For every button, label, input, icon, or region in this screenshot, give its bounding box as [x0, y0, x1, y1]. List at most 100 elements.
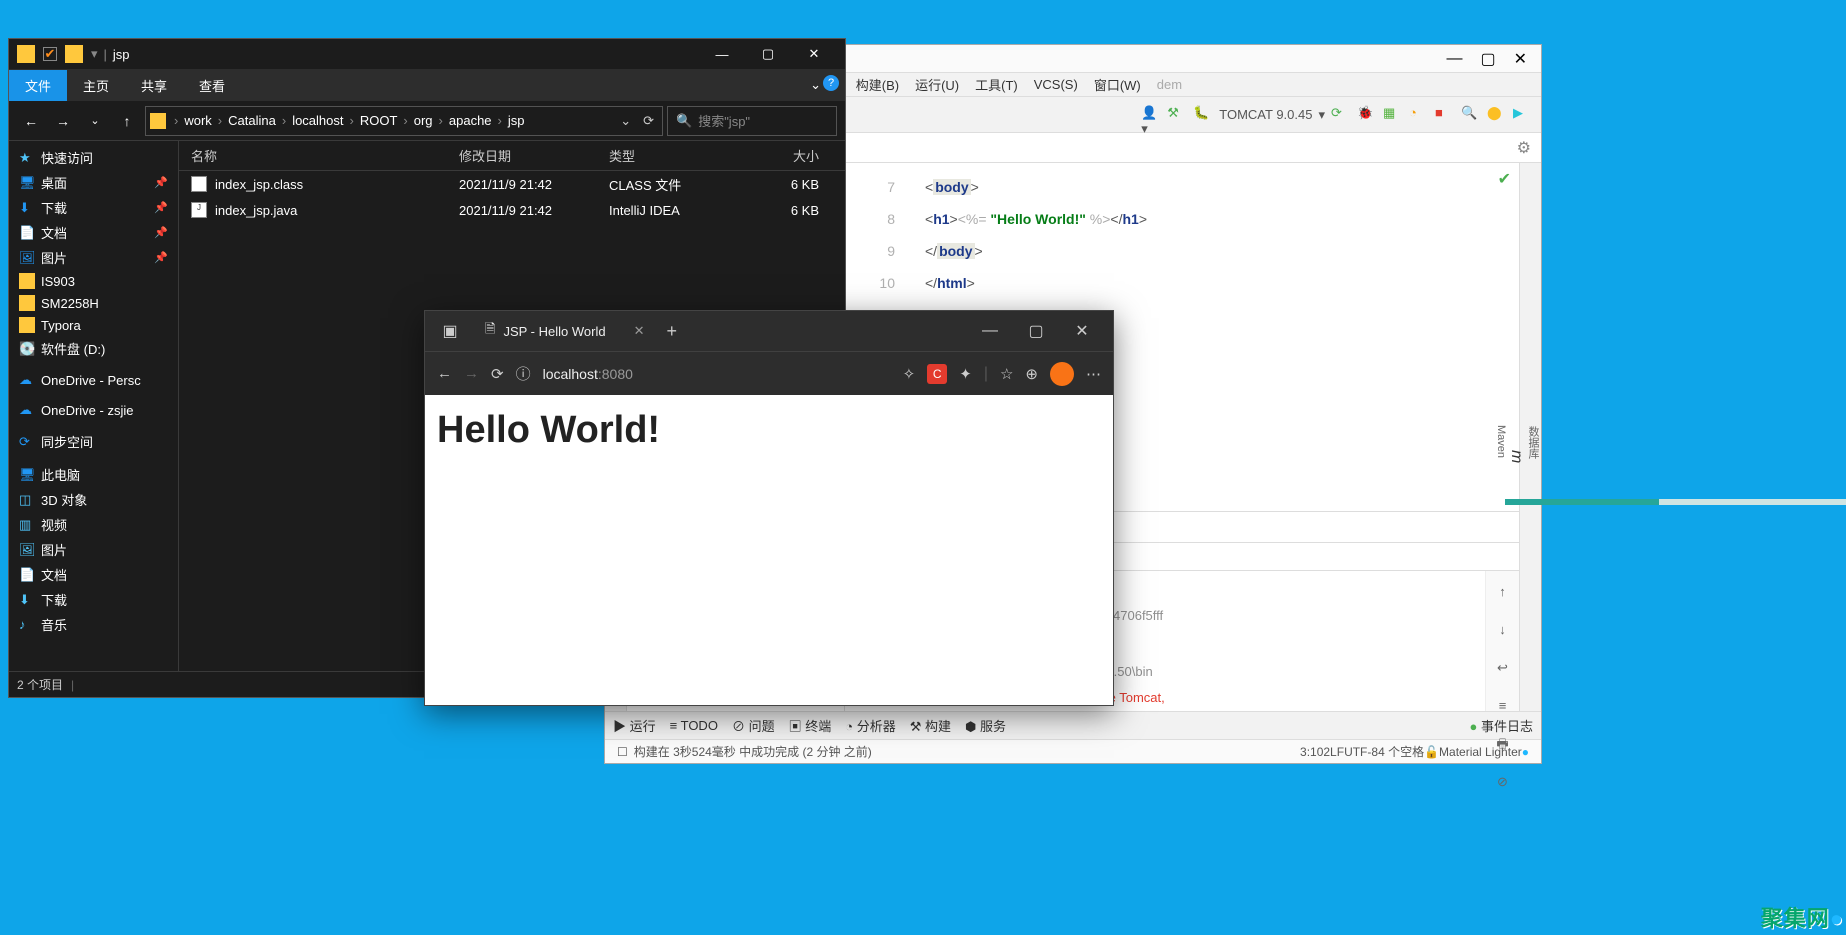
ribbon-file[interactable]: 文件	[9, 70, 67, 101]
nav-this-pc[interactable]: 🖥此电脑	[9, 462, 178, 487]
breadcrumb-path[interactable]: › work› Catalina› localhost› ROOT› org› …	[145, 106, 663, 136]
nav-disk-d[interactable]: 💽软件盘 (D:)	[9, 336, 178, 361]
tab-overview-icon[interactable]: ▣	[433, 314, 467, 348]
minimize-icon[interactable]: —	[1446, 50, 1462, 68]
column-size[interactable]: 大小	[739, 146, 819, 165]
history-dropdown-icon[interactable]: ⌄	[620, 113, 631, 129]
close-icon[interactable]: ✕	[1514, 49, 1527, 69]
help-icon[interactable]: ?	[823, 75, 839, 91]
search-icon[interactable]: 🔍	[1461, 105, 1481, 125]
minimize-button[interactable]: —	[699, 39, 745, 69]
tool-problems[interactable]: ⊘ 问题	[732, 716, 775, 735]
explorer-titlebar[interactable]: ✔ ▾ | jsp — ▢ ✕	[9, 39, 845, 69]
expand-ribbon-icon[interactable]: ⌄	[810, 77, 821, 93]
close-button[interactable]: ✕	[791, 39, 837, 69]
tool-services[interactable]: ⬢ 服务	[965, 716, 1006, 735]
forward-button[interactable]: →	[464, 365, 479, 382]
readonly-icon[interactable]: 🔓	[1424, 745, 1439, 759]
back-button[interactable]: ←	[437, 365, 452, 382]
column-type[interactable]: 类型	[609, 146, 739, 165]
maximize-button[interactable]: ▢	[745, 39, 791, 69]
up-arrow-icon[interactable]: ↑	[1499, 579, 1506, 605]
tool-run[interactable]: ▶ 运行	[613, 716, 656, 735]
dropdown-arrow-icon[interactable]: ▾	[1318, 107, 1325, 123]
browser-titlebar[interactable]: ▣ 🗎 JSP - Hello World ✕ + — ▢ ✕	[425, 311, 1113, 351]
run-config-dropdown[interactable]: TOMCAT 9.0.45	[1219, 107, 1312, 122]
sync-icon[interactable]: ⊕	[1025, 365, 1038, 383]
extensions-icon[interactable]: ✦	[959, 365, 972, 383]
menu-vcs[interactable]: VCS(S)	[1028, 75, 1084, 94]
updates-icon[interactable]: ⬤	[1487, 105, 1507, 125]
stop-icon[interactable]: ■	[1435, 105, 1455, 125]
inspection-ok-icon[interactable]: ✔	[1498, 169, 1511, 189]
select-checkbox[interactable]: ✔	[43, 47, 57, 61]
search-input[interactable]: 🔍 搜索"jsp"	[667, 106, 837, 136]
maximize-icon[interactable]: ▢	[1480, 49, 1495, 69]
down-arrow-icon[interactable]: ↓	[1499, 617, 1506, 643]
nav-documents2[interactable]: 📄文档	[9, 562, 178, 587]
column-name[interactable]: 名称	[179, 146, 459, 165]
menu-tools[interactable]: 工具(T)	[969, 73, 1024, 96]
nav-pictures2[interactable]: 🖼图片	[9, 537, 178, 562]
line-ending[interactable]: LF	[1330, 745, 1344, 759]
database-toolwindow[interactable]: 数据库	[1525, 173, 1541, 711]
column-date[interactable]: 修改日期	[459, 146, 609, 165]
right-tool-stripe[interactable]: 数据库 m Maven	[1519, 163, 1541, 711]
up-button[interactable]: ↑	[113, 107, 141, 135]
nav-onedrive-personal[interactable]: ☁OneDrive - Persc	[9, 369, 178, 391]
hammer-icon[interactable]: ⚒	[1167, 105, 1187, 125]
coverage-icon[interactable]: ▦	[1383, 105, 1403, 125]
menu-run[interactable]: 运行(U)	[909, 73, 965, 96]
tool-build[interactable]: ⚒ 构建	[910, 716, 951, 735]
extension-c-icon[interactable]: C	[927, 364, 947, 384]
restart-icon[interactable]: ⟳	[1331, 105, 1351, 125]
tool-todo[interactable]: ≡ TODO	[670, 718, 718, 733]
user-icon[interactable]: 👤▾	[1141, 105, 1161, 125]
recent-dropdown[interactable]: ⌄	[81, 107, 109, 135]
scroll-end-icon[interactable]: ≡	[1499, 693, 1507, 711]
ribbon-share[interactable]: 共享	[125, 70, 183, 101]
maximize-button[interactable]: ▢	[1013, 311, 1059, 351]
forward-button[interactable]: →	[49, 107, 77, 135]
nav-music[interactable]: ♪音乐	[9, 612, 178, 637]
nav-videos[interactable]: ▥视频	[9, 512, 178, 537]
close-button[interactable]: ✕	[1059, 311, 1105, 351]
debug-icon[interactable]: 🐞	[1357, 105, 1377, 125]
nav-desktop[interactable]: 🖥桌面📌	[9, 170, 178, 195]
ribbon-home[interactable]: 主页	[67, 70, 125, 101]
nav-quick-access[interactable]: ★快速访问	[9, 145, 178, 170]
profiler-icon[interactable]: ◔	[1409, 105, 1429, 125]
nav-downloads[interactable]: ⬇下载📌	[9, 195, 178, 220]
collections-icon[interactable]: ☆	[1000, 365, 1013, 383]
ribbon-view[interactable]: 查看	[183, 70, 241, 101]
nav-onedrive-zsjie[interactable]: ☁OneDrive - zsjie	[9, 399, 178, 421]
nav-pictures[interactable]: 🖼图片📌	[9, 245, 178, 270]
navigation-pane[interactable]: ★快速访问 🖥桌面📌 ⬇下载📌 📄文档📌 🖼图片📌 IS903 SM2258H …	[9, 141, 179, 671]
soft-wrap-icon[interactable]: ↩	[1497, 655, 1508, 681]
caret-position[interactable]: 3:102	[1300, 745, 1330, 759]
gear-icon[interactable]: ⚙	[1517, 138, 1531, 158]
nav-sync-space[interactable]: ⟳同步空间	[9, 429, 178, 454]
file-row[interactable]: index_jsp.class 2021/11/9 21:42 CLASS 文件…	[179, 171, 845, 197]
file-row[interactable]: Jindex_jsp.java 2021/11/9 21:42 IntelliJ…	[179, 197, 845, 223]
run-bug-icon[interactable]: 🐛	[1193, 105, 1213, 125]
more-icon[interactable]: ⋯	[1086, 365, 1101, 383]
profile-avatar[interactable]	[1050, 362, 1074, 386]
tool-profiler[interactable]: ◔ 分析器	[845, 716, 895, 735]
nav-downloads2[interactable]: ⬇下载	[9, 587, 178, 612]
reload-button[interactable]: ⟳	[491, 365, 504, 383]
play-icon[interactable]: ▶	[1513, 105, 1533, 125]
close-tab-icon[interactable]: ✕	[634, 323, 645, 339]
address-input[interactable]: localhost:8080	[543, 366, 891, 382]
status-icon[interactable]: ☐	[617, 745, 628, 759]
file-encoding[interactable]: UTF-8	[1344, 745, 1378, 759]
nav-folder-is903[interactable]: IS903	[9, 270, 178, 292]
menu-window[interactable]: 窗口(W)	[1088, 73, 1147, 96]
new-tab-icon[interactable]: +	[666, 321, 677, 342]
nav-documents[interactable]: 📄文档📌	[9, 220, 178, 245]
site-info-icon[interactable]: ⓘ	[516, 363, 531, 384]
tool-terminal[interactable]: ▣ 终端	[789, 716, 832, 735]
theme-name[interactable]: Material Lighter	[1439, 745, 1522, 759]
menu-build[interactable]: 构建(B)	[850, 73, 905, 96]
nav-3d-objects[interactable]: ◫3D 对象	[9, 487, 178, 512]
